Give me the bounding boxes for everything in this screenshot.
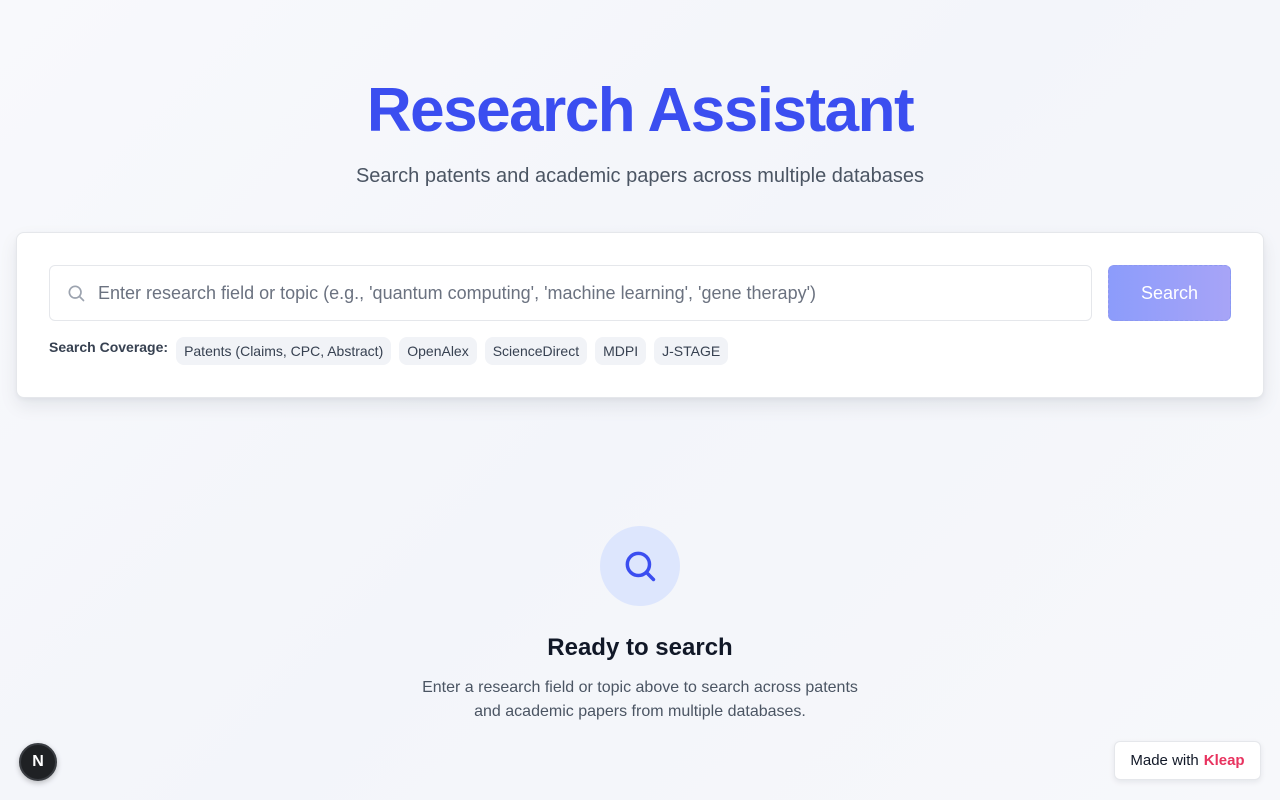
made-with-brand: Kleap (1203, 752, 1245, 769)
search-icon (66, 283, 86, 303)
search-icon (625, 551, 656, 582)
empty-state-icon-circle (600, 526, 680, 606)
empty-state: Ready to search Enter a research field o… (0, 526, 1280, 724)
empty-state-description: Enter a research field or topic above to… (422, 679, 858, 720)
made-with-badge[interactable]: Made with Kleap (1114, 741, 1261, 780)
empty-state-title: Ready to search (547, 634, 733, 661)
search-card: Search Search Coverage: Patents (Claims,… (16, 232, 1264, 398)
search-box[interactable] (49, 265, 1092, 321)
search-input[interactable] (98, 266, 1091, 320)
search-coverage: Search Coverage: Patents (Claims, CPC, A… (49, 337, 736, 365)
hero: Research Assistant Search patents and ac… (0, 76, 1280, 190)
page-title: Research Assistant (366, 76, 915, 145)
next-logo-letter: N (32, 753, 44, 770)
coverage-chip-sciencedirect: ScienceDirect (484, 337, 588, 365)
next-badge[interactable]: N (19, 743, 57, 781)
coverage-label: Search Coverage: (49, 339, 169, 355)
page-subtitle: Search patents and academic papers acros… (355, 165, 925, 187)
coverage-chip-mdpi: MDPI (595, 337, 647, 365)
coverage-chip-patents: Patents (Claims, CPC, Abstract) (176, 337, 392, 365)
search-button[interactable]: Search (1108, 265, 1231, 321)
coverage-chip-jstage: J-STAGE (654, 337, 729, 365)
coverage-chip-openalex: OpenAlex (399, 337, 477, 365)
made-with-prefix: Made with (1130, 752, 1199, 769)
